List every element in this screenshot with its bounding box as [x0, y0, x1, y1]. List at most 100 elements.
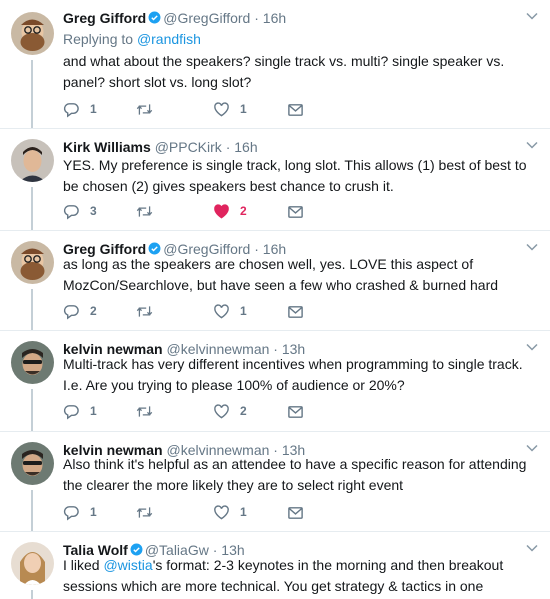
- reply-count: 2: [90, 304, 97, 318]
- heart-icon: [214, 403, 229, 418]
- timestamp[interactable]: 16h: [263, 10, 286, 26]
- chevron-down-icon[interactable]: [526, 343, 538, 351]
- tweet[interactable]: Greg Gifford @GregGifford · 16h Replying …: [0, 0, 550, 128]
- retweet-button[interactable]: [136, 302, 163, 320]
- replying-to: Replying to @randfish: [63, 31, 201, 47]
- chevron-down-icon[interactable]: [526, 141, 538, 149]
- tweet-thread: Greg Gifford @GregGifford · 16h Replying …: [0, 0, 550, 599]
- avatar[interactable]: [11, 241, 54, 284]
- dm-button[interactable]: [287, 100, 304, 118]
- retweet-button[interactable]: [136, 402, 163, 420]
- tweet-text-part: I liked: [63, 557, 104, 573]
- reply-icon: [63, 204, 79, 220]
- retweet-icon: [136, 205, 153, 217]
- tweet-text: Multi-track has very different incentive…: [63, 356, 523, 393]
- chevron-down-icon[interactable]: [526, 444, 538, 452]
- heart-icon: [214, 303, 229, 318]
- avatar[interactable]: [11, 442, 54, 485]
- like-button[interactable]: 1: [213, 503, 247, 521]
- avatar[interactable]: [11, 542, 54, 585]
- reply-button[interactable]: 1: [63, 402, 97, 420]
- envelope-icon: [288, 205, 303, 218]
- reply-icon: [63, 304, 79, 320]
- like-button[interactable]: 2: [213, 202, 247, 220]
- author-name[interactable]: Kirk Williams: [63, 139, 151, 155]
- retweet-icon: [136, 103, 153, 115]
- thread-line: [31, 490, 33, 531]
- avatar[interactable]: [11, 139, 54, 182]
- chevron-down-icon[interactable]: [526, 12, 538, 20]
- like-count: 1: [240, 505, 247, 519]
- like-count: 2: [240, 404, 247, 418]
- like-button[interactable]: 2: [213, 402, 247, 420]
- tweet-actions: 2 1: [63, 302, 363, 320]
- like-count: 1: [240, 102, 247, 116]
- author-handle[interactable]: @PPCKirk: [155, 139, 222, 155]
- tweet[interactable]: kelvin newman @kelvinnewman · 13h Also t…: [0, 432, 550, 531]
- tweet-text: and what about the speakers? single trac…: [63, 53, 505, 90]
- heart-icon: [214, 504, 229, 519]
- chevron-down-icon[interactable]: [526, 544, 538, 552]
- reply-button[interactable]: 3: [63, 202, 97, 220]
- dm-button[interactable]: [287, 503, 304, 521]
- tweet[interactable]: Greg Gifford @GregGifford · 16h as long a…: [0, 231, 550, 330]
- mention-link[interactable]: @wistia: [103, 557, 152, 573]
- dm-button[interactable]: [287, 202, 304, 220]
- avatar[interactable]: [11, 341, 54, 384]
- retweet-icon: [136, 305, 153, 317]
- tweet[interactable]: kelvin newman @kelvinnewman · 13h Multi-…: [0, 331, 550, 431]
- tweet-actions: 1 1: [63, 503, 363, 521]
- tweet-text: as long as the speakers are chosen well,…: [63, 256, 499, 293]
- thread-line: [31, 187, 33, 230]
- envelope-icon: [288, 305, 303, 318]
- author-name[interactable]: Greg Gifford: [63, 10, 146, 26]
- dm-button[interactable]: [287, 402, 304, 420]
- tweet-actions: 3 2: [63, 202, 363, 220]
- reply-icon: [63, 505, 79, 521]
- reply-button[interactable]: 1: [63, 100, 97, 118]
- thread-line: [31, 590, 33, 599]
- like-count: 2: [240, 204, 247, 218]
- heart-icon: [214, 101, 229, 116]
- author-handle[interactable]: @GregGifford: [163, 10, 250, 26]
- dm-button[interactable]: [287, 302, 304, 320]
- separator: ·: [225, 139, 231, 155]
- envelope-icon: [288, 405, 303, 418]
- like-button[interactable]: 1: [213, 100, 247, 118]
- tweet-actions: 1 2: [63, 402, 363, 420]
- mention-link[interactable]: @randfish: [137, 31, 201, 47]
- reply-icon: [63, 404, 79, 420]
- reply-button[interactable]: 1: [63, 503, 97, 521]
- reply-count: 1: [90, 505, 97, 519]
- heart-icon: [214, 203, 229, 218]
- envelope-icon: [288, 506, 303, 519]
- like-button[interactable]: 1: [213, 302, 247, 320]
- reply-count: 1: [90, 404, 97, 418]
- thread-line: [31, 389, 33, 431]
- timestamp[interactable]: 16h: [234, 139, 257, 155]
- thread-line: [31, 60, 33, 128]
- tweet[interactable]: Talia Wolf @TaliaGw · 13h I liked @wistia…: [0, 532, 550, 599]
- reply-count: 3: [90, 204, 97, 218]
- reply-count: 1: [90, 102, 97, 116]
- retweet-button[interactable]: [136, 100, 163, 118]
- chevron-down-icon[interactable]: [526, 243, 538, 251]
- tweet-text: I liked @wistia's format: 2-3 keynotes i…: [63, 555, 533, 596]
- retweet-icon: [136, 405, 153, 417]
- retweet-button[interactable]: [136, 503, 163, 521]
- tweet-text: YES. My preference is single track, long…: [63, 157, 527, 194]
- reply-icon: [63, 102, 79, 118]
- like-count: 1: [240, 304, 247, 318]
- tweet-actions: 1 1: [63, 100, 363, 118]
- tweet-text: Also think it's helpful as an attendee t…: [63, 456, 527, 493]
- reply-button[interactable]: 2: [63, 302, 97, 320]
- avatar[interactable]: [11, 12, 54, 55]
- thread-line: [31, 289, 33, 330]
- tweet[interactable]: Kirk Williams @PPCKirk · 16h YES. My pre…: [0, 129, 550, 230]
- envelope-icon: [288, 103, 303, 116]
- verified-badge-icon: [148, 11, 161, 24]
- retweet-button[interactable]: [136, 202, 163, 220]
- replying-prefix: Replying to: [63, 31, 137, 47]
- retweet-icon: [136, 506, 153, 518]
- separator: ·: [254, 10, 259, 26]
